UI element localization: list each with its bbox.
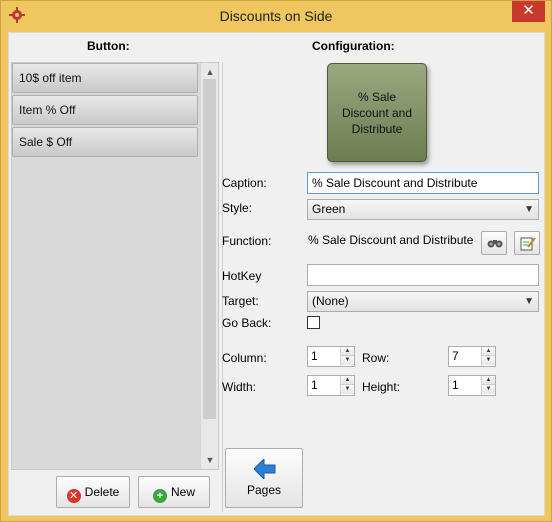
height-stepper-arrows: ▲ ▼ [481,376,495,395]
stepper-down-icon[interactable]: ▼ [341,385,354,394]
hotkey-input[interactable] [307,264,539,286]
list-item[interactable]: 10$ off item [12,63,198,93]
delete-icon: ✕ [66,489,81,503]
list-item[interactable]: Item % Off [12,95,198,125]
list-scrollbar[interactable]: ▲ ▼ [200,63,218,469]
stepper-up-icon[interactable]: ▲ [341,376,354,385]
binoculars-icon [487,237,503,252]
column-stepper[interactable]: 1 ▲ ▼ [307,346,355,367]
height-label: Height: [362,380,401,394]
button-list-header: Button: [87,39,130,53]
stepper-up-icon[interactable]: ▲ [341,347,354,356]
title-bar: Discounts on Side ✕ [1,1,551,32]
height-value: 1 [452,378,459,392]
column-value: 1 [311,349,318,363]
list-item[interactable]: Sale $ Off [12,127,198,157]
row-stepper-arrows: ▲ ▼ [481,347,495,366]
scroll-down-icon[interactable]: ▼ [201,453,219,467]
caption-label: Caption: [222,176,267,190]
target-select-value: (None) [312,294,349,308]
function-value: % Sale Discount and Distribute [308,233,474,247]
pages-button[interactable]: Pages [225,448,303,508]
stepper-up-icon[interactable]: ▲ [482,347,495,356]
width-stepper-arrows: ▲ ▼ [340,376,354,395]
close-icon: ✕ [522,2,535,19]
height-stepper[interactable]: 1 ▲ ▼ [448,375,496,396]
hotkey-label: HotKey [222,269,262,283]
column-stepper-arrows: ▲ ▼ [340,347,354,366]
arrow-left-icon [253,457,276,482]
pages-button-label: Pages [246,483,282,497]
goback-checkbox[interactable] [307,316,320,329]
button-preview[interactable]: % Sale Discount and Distribute [327,63,427,162]
close-button[interactable]: ✕ [512,1,545,22]
edit-icon [520,236,536,254]
window-title: Discounts on Side [219,8,333,24]
function-browse-button[interactable] [481,231,507,255]
window: Discounts on Side ✕ Button: 10$ off item… [0,0,552,522]
delete-button-label: Delete [84,485,120,499]
stepper-down-icon[interactable]: ▼ [482,356,495,365]
function-edit-button[interactable] [514,231,540,255]
configuration-header: Configuration: [312,39,395,53]
scroll-thumb[interactable] [203,79,216,419]
style-select[interactable]: Green ▼ [307,199,539,220]
client-area: Button: 10$ off item Item % Off Sale $ O… [8,32,545,516]
chevron-down-icon: ▼ [524,296,534,307]
button-preview-label: % Sale Discount and Distribute [341,89,413,136]
function-label: Function: [222,234,272,248]
chevron-down-icon: ▼ [524,204,534,215]
stepper-up-icon[interactable]: ▲ [482,376,495,385]
row-stepper[interactable]: 7 ▲ ▼ [448,346,496,367]
stepper-down-icon[interactable]: ▼ [341,356,354,365]
add-icon: + [152,489,167,503]
new-button[interactable]: + New [138,476,210,508]
row-label: Row: [362,351,390,365]
style-select-value: Green [312,202,346,216]
delete-button[interactable]: ✕ Delete [56,476,130,508]
goback-label: Go Back: [222,316,272,330]
target-select[interactable]: (None) ▼ [307,291,539,312]
pane-divider [222,62,223,512]
row-value: 7 [452,349,459,363]
width-label: Width: [222,380,257,394]
scroll-up-icon[interactable]: ▲ [201,65,219,79]
style-label: Style: [222,201,253,215]
new-button-label: New [170,485,195,499]
width-stepper[interactable]: 1 ▲ ▼ [307,375,355,396]
button-list: 10$ off item Item % Off Sale $ Off ▲ ▼ [11,62,219,470]
stepper-down-icon[interactable]: ▼ [482,385,495,394]
column-label: Column: [222,351,267,365]
target-label: Target: [222,294,259,308]
width-value: 1 [311,378,318,392]
caption-input[interactable] [307,172,539,194]
